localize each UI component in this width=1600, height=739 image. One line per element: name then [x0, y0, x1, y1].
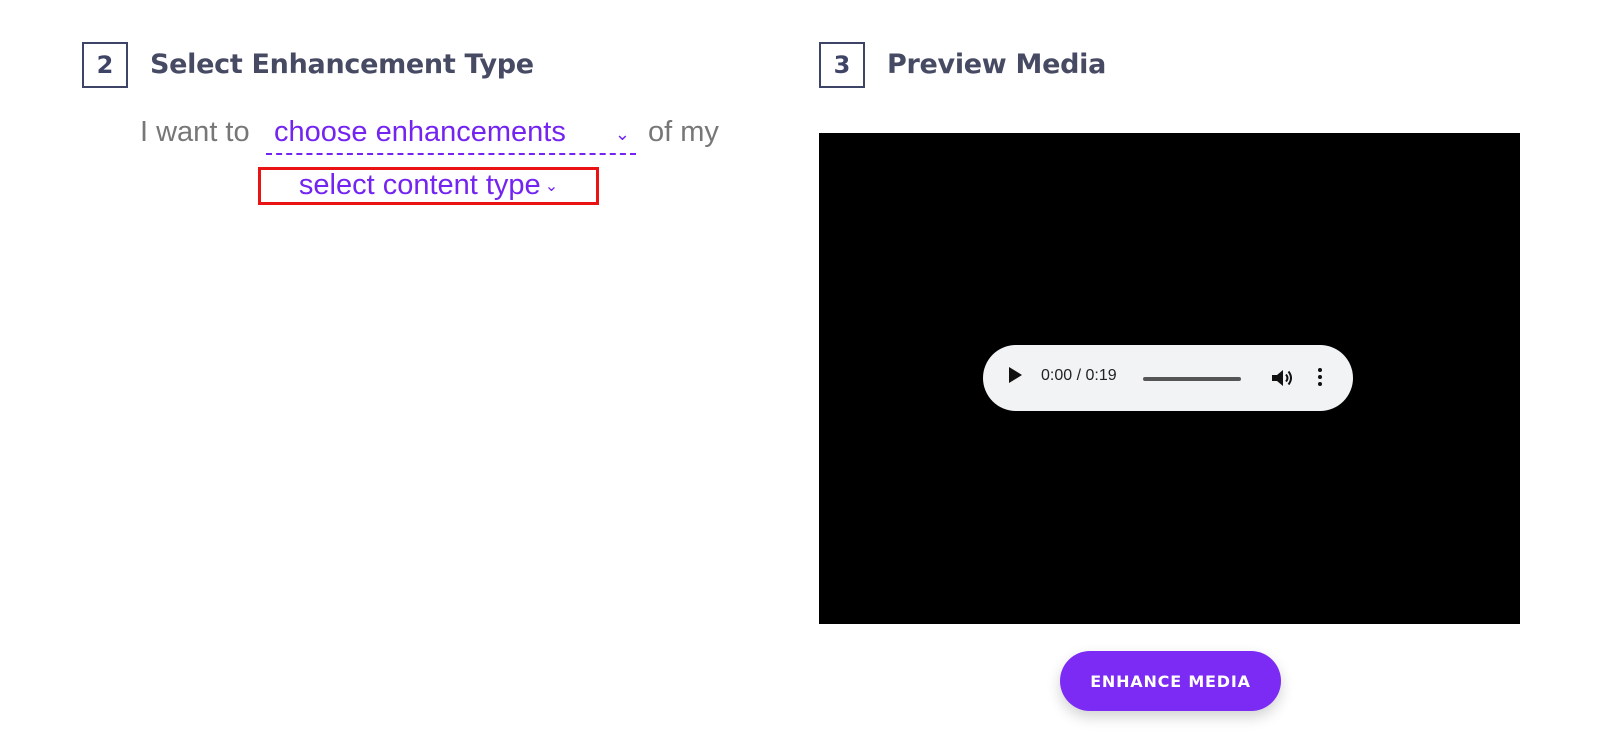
time-display: 0:00 / 0:19: [1041, 367, 1117, 384]
sentence-suffix: of my: [648, 116, 719, 148]
play-icon[interactable]: [1009, 367, 1022, 383]
more-vert-icon[interactable]: [1317, 368, 1323, 388]
chevron-down-icon: ⌄: [614, 124, 630, 144]
media-preview: 0:00 / 0:19: [819, 133, 1520, 624]
volume-icon[interactable]: [1270, 367, 1294, 389]
step-3-number: 3: [819, 42, 865, 88]
sentence-prefix: I want to: [140, 116, 250, 148]
audio-player: 0:00 / 0:19: [983, 345, 1353, 411]
step-3-title: Preview Media: [887, 49, 1107, 80]
enhance-media-button[interactable]: ENHANCE MEDIA: [1060, 651, 1281, 711]
enhancement-type-label: choose enhancements: [274, 116, 566, 148]
content-type-select[interactable]: select content type ⌄: [258, 167, 599, 205]
content-type-label: select content type: [298, 169, 541, 201]
step-2-title: Select Enhancement Type: [150, 49, 534, 80]
enhancement-type-select[interactable]: choose enhancements ⌄: [266, 114, 636, 155]
progress-slider[interactable]: [1143, 377, 1241, 381]
chevron-down-icon: ⌄: [544, 178, 559, 195]
step-2-number: 2: [82, 42, 128, 88]
